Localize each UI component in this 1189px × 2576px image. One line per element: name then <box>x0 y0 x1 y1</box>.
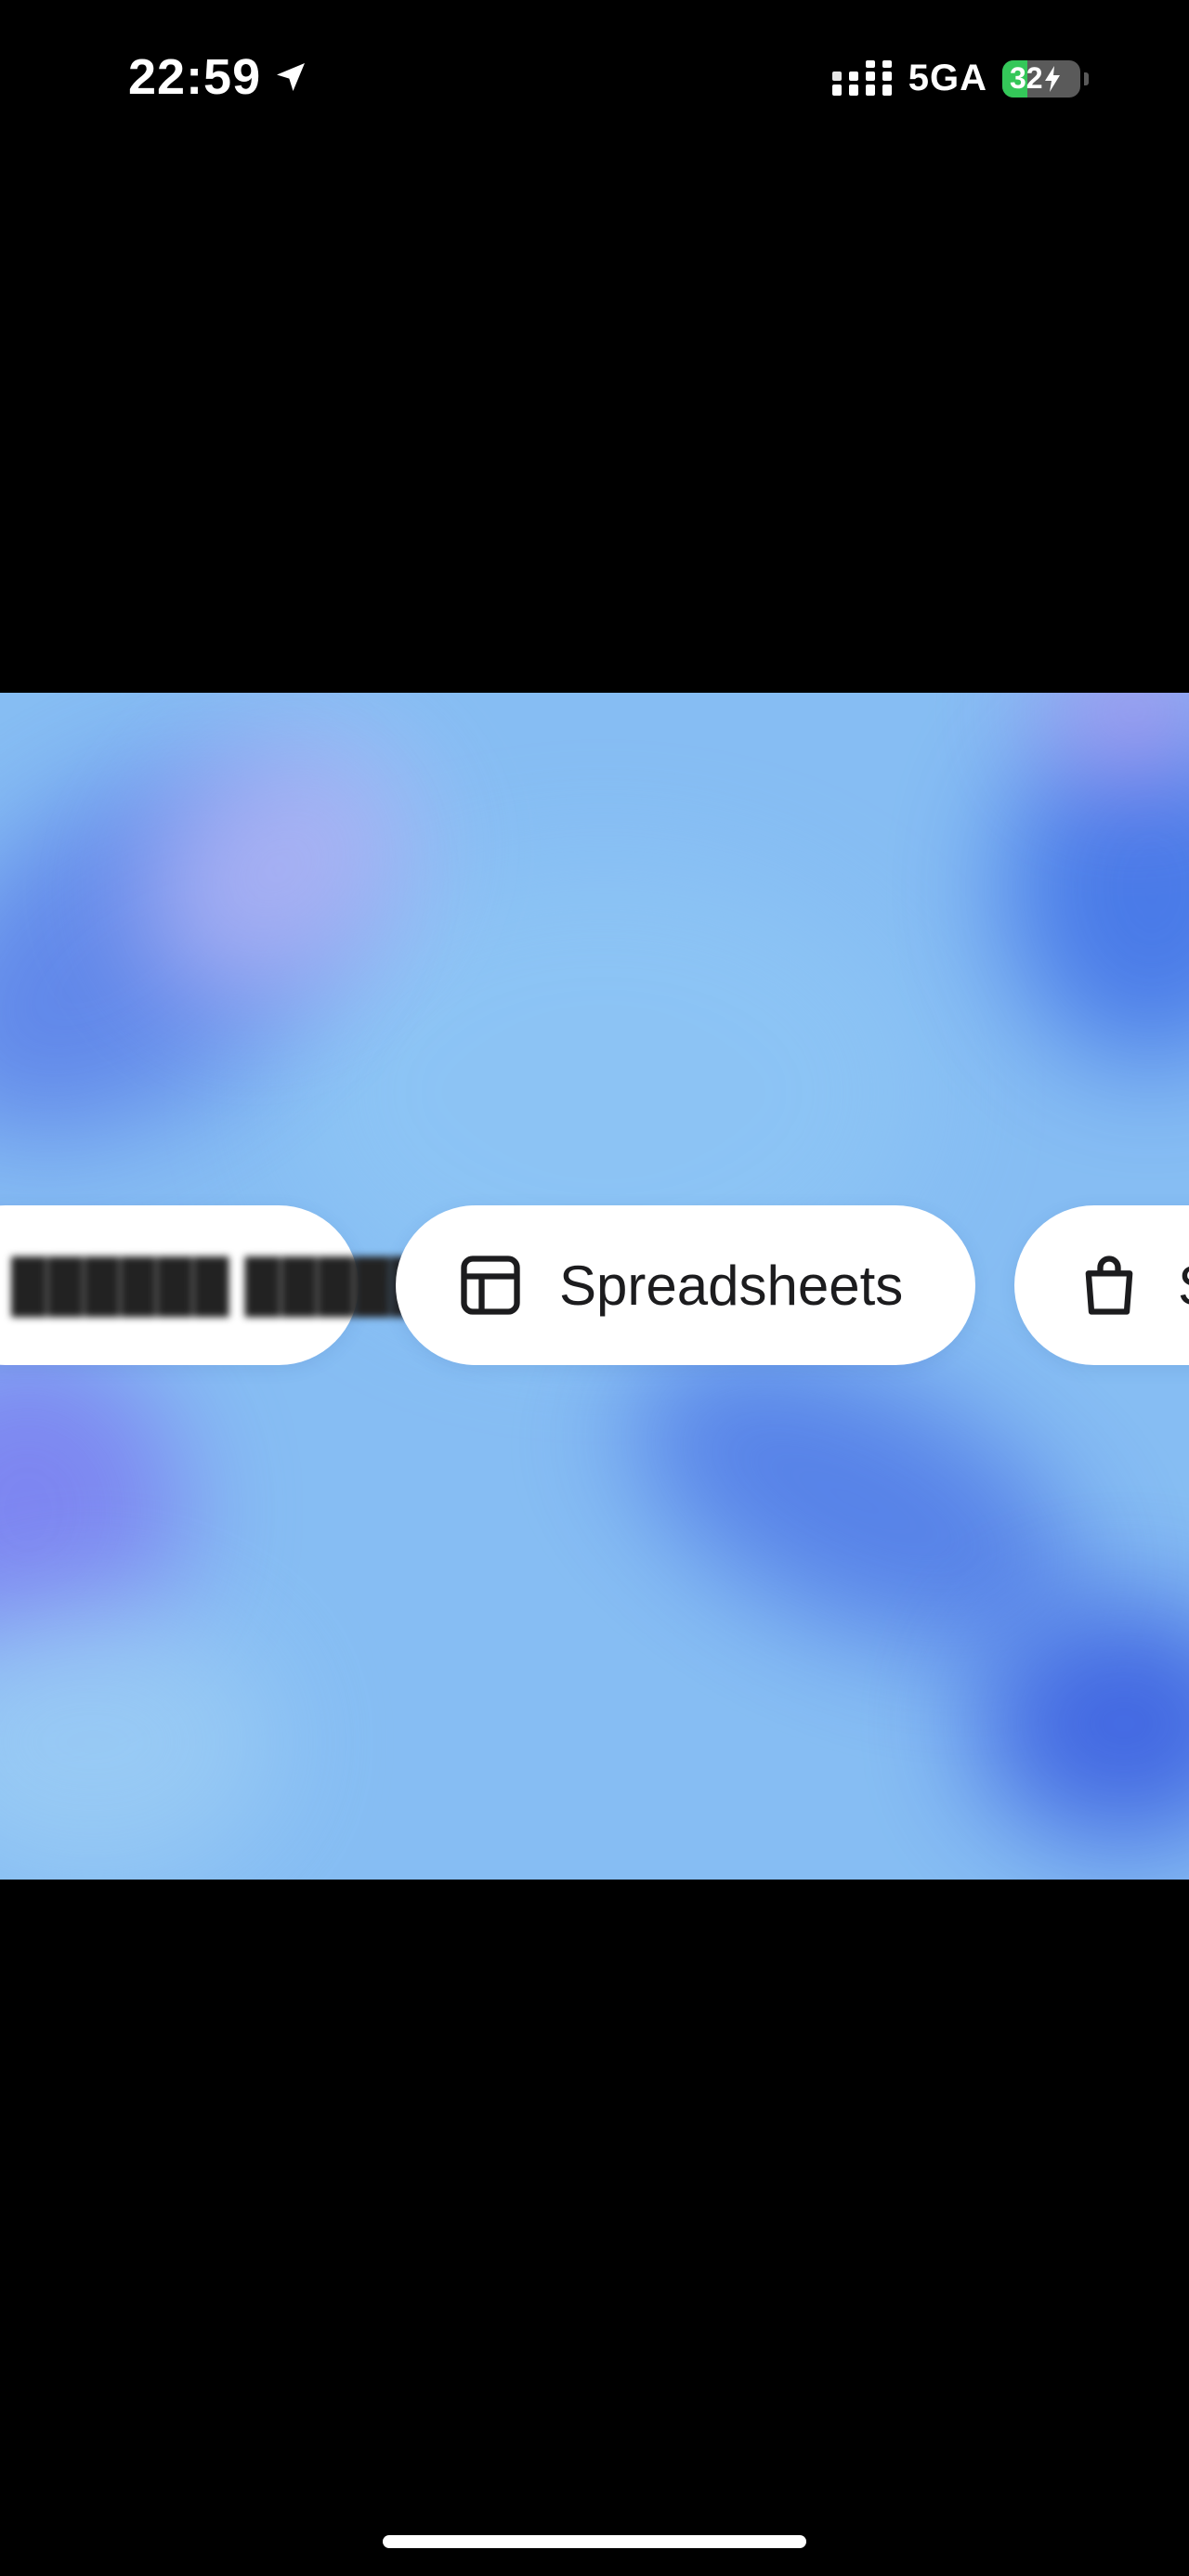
table-icon <box>455 1250 526 1321</box>
pill-label: Spreadsheets <box>559 1254 904 1317</box>
pill-label: S <box>1178 1254 1189 1318</box>
video-frame[interactable]: ██████ █████ Spreadsheets S <box>0 693 1189 1880</box>
home-indicator[interactable] <box>383 2535 806 2548</box>
redacted-label: ██████ █████ <box>11 1257 427 1313</box>
battery-nub <box>1084 72 1089 85</box>
status-bar: 22:59 5GA 32 <box>0 0 1189 167</box>
battery-percentage: 32 <box>1002 61 1060 96</box>
cellular-signal-icon <box>831 59 894 98</box>
battery-icon: 32 <box>1002 59 1080 98</box>
pill-redacted: ██████ █████ <box>0 1205 426 1365</box>
location-arrow-icon <box>272 59 309 96</box>
status-indicators: 5GA 32 <box>831 58 1089 99</box>
status-time: 22:59 <box>128 49 262 105</box>
time-group: 22:59 <box>128 48 309 106</box>
battery-percentage-text: 32 <box>1010 61 1043 95</box>
shopping-bag-icon <box>1074 1250 1144 1321</box>
pill-shopping: S <box>1014 1205 1189 1365</box>
network-type: 5GA <box>908 58 987 98</box>
background-blob <box>0 1603 279 1880</box>
charging-bolt-icon <box>1044 65 1060 92</box>
pill-spreadsheets: Spreadsheets <box>396 1205 975 1365</box>
